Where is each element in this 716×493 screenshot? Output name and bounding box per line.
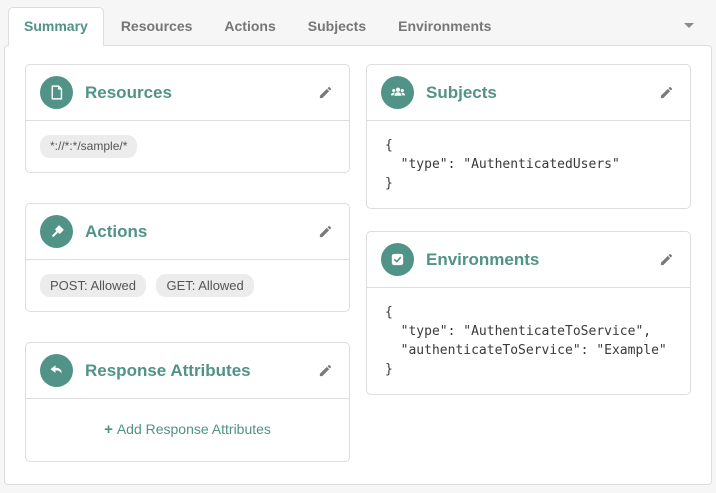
pencil-icon (319, 86, 332, 99)
policy-summary-page: Summary Resources Actions Subjects Envir… (0, 0, 716, 485)
tab-actions[interactable]: Actions (209, 8, 290, 45)
tab-subjects[interactable]: Subjects (293, 8, 381, 45)
tab-resources[interactable]: Resources (106, 8, 208, 45)
resources-card-body: *://*:*/sample/* (26, 121, 349, 172)
subjects-card-body: { "type": "AuthenticatedUsers" } (367, 121, 690, 208)
environments-card: Environments { "type": "AuthenticateToSe… (366, 231, 691, 395)
pencil-icon (319, 225, 332, 238)
resources-card-title: Resources (85, 82, 172, 102)
environments-card-header: Environments (367, 232, 690, 288)
environments-card-title: Environments (426, 249, 540, 269)
pencil-icon (319, 364, 332, 377)
subjects-card-header: Subjects (367, 65, 690, 121)
actions-card-header: Actions (26, 204, 349, 260)
response-attributes-card-body: + Add Response Attributes (26, 399, 349, 461)
subjects-json: { "type": "AuthenticatedUsers" } (385, 138, 620, 191)
users-icon (381, 76, 414, 109)
edit-actions-button[interactable] (316, 222, 335, 241)
tab-bar: Summary Resources Actions Subjects Envir… (0, 0, 716, 46)
subjects-card: Subjects { "type": "AuthenticatedUsers" … (366, 64, 691, 209)
add-response-attributes-button[interactable]: + Add Response Attributes (104, 421, 271, 438)
actions-card-title: Actions (85, 221, 148, 241)
resources-card-header: Resources (26, 65, 349, 121)
resources-card: Resources *://*:*/sample/* (25, 64, 350, 173)
actions-card: Actions POST: Allowed GET: Allowed (25, 203, 350, 312)
tab-overflow-button[interactable] (684, 15, 702, 37)
add-response-attributes-label: Add Response Attributes (116, 421, 271, 437)
actions-card-body: POST: Allowed GET: Allowed (26, 260, 349, 311)
plus-icon: + (104, 421, 113, 438)
summary-panel: Resources *://*:*/sample/* Actions POST:… (4, 45, 712, 485)
action-badge-post: POST: Allowed (40, 274, 146, 297)
environments-json: { "type": "AuthenticateToService", "auth… (385, 305, 667, 377)
edit-resources-button[interactable] (316, 83, 335, 102)
reply-arrow-icon (40, 354, 73, 387)
tab-environments[interactable]: Environments (383, 8, 506, 45)
environments-card-body: { "type": "AuthenticateToService", "auth… (367, 288, 690, 394)
right-column: Subjects { "type": "AuthenticatedUsers" … (366, 64, 691, 484)
response-attributes-card-header: Response Attributes (26, 343, 349, 399)
subjects-card-title: Subjects (426, 82, 497, 102)
chevron-down-icon (684, 23, 694, 28)
file-icon (40, 76, 73, 109)
pencil-icon (660, 253, 673, 266)
pencil-icon (660, 86, 673, 99)
left-column: Resources *://*:*/sample/* Actions POST:… (25, 64, 350, 484)
gavel-icon (40, 215, 73, 248)
edit-subjects-button[interactable] (657, 83, 676, 102)
action-badge-get: GET: Allowed (156, 274, 254, 297)
response-attributes-card-title: Response Attributes (85, 360, 251, 380)
tab-summary[interactable]: Summary (8, 7, 104, 46)
edit-response-attributes-button[interactable] (316, 361, 335, 380)
response-attributes-card: Response Attributes + Add Response Attrib… (25, 342, 350, 462)
edit-environments-button[interactable] (657, 250, 676, 269)
resource-pattern-badge: *://*:*/sample/* (40, 135, 138, 158)
check-square-icon (381, 243, 414, 276)
